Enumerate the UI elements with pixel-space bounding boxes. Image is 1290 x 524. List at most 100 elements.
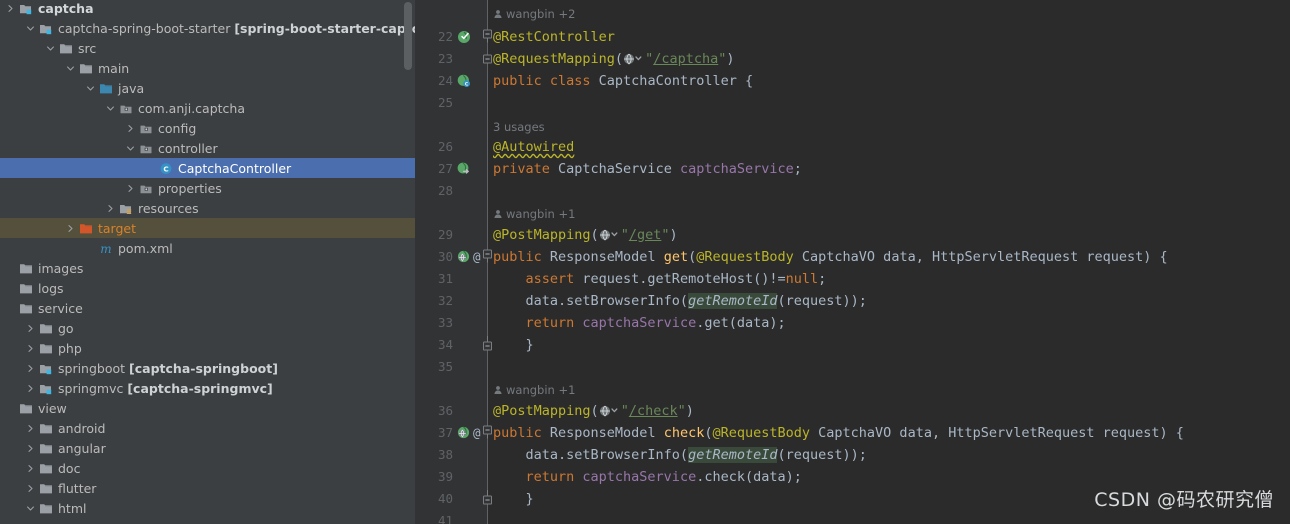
- tree-item-label: CaptchaController: [178, 160, 292, 176]
- code-token: (: [614, 51, 624, 67]
- chevron-right-icon[interactable]: [24, 324, 37, 333]
- chevron-right-icon[interactable]: [124, 184, 137, 193]
- chevron-down-icon[interactable]: [84, 84, 97, 93]
- code-line[interactable]: public ResponseModel get(@RequestBody Ca…: [493, 246, 1168, 268]
- globe-dropdown-icon[interactable]: [599, 227, 621, 243]
- tree-item-springmvc[interactable]: springmvc [captcha-springmvc]: [0, 378, 415, 398]
- author-icon: [493, 385, 503, 395]
- tree-item-html[interactable]: html: [0, 498, 415, 518]
- tree-item-service[interactable]: service: [0, 298, 415, 318]
- code-line[interactable]: public class CaptchaController {: [493, 70, 753, 92]
- chevron-right-icon[interactable]: [124, 124, 137, 133]
- chevron-down-icon[interactable]: [124, 144, 137, 153]
- gutter-icon-group[interactable]: C: [457, 70, 471, 92]
- spring-bean-arrow-icon[interactable]: [457, 162, 471, 176]
- chevron-right-icon[interactable]: [104, 204, 117, 213]
- tree-item-resources[interactable]: resources: [0, 198, 415, 218]
- code-line[interactable]: public ResponseModel check(@RequestBody …: [493, 422, 1184, 444]
- override-annotation-icon[interactable]: @: [473, 422, 481, 444]
- line-number: 37: [437, 425, 453, 440]
- code-line[interactable]: private CaptchaService captchaService;: [493, 158, 802, 180]
- spring-bean-check-icon[interactable]: [457, 30, 471, 44]
- code-line[interactable]: @PostMapping("/get"): [493, 224, 678, 246]
- code-line[interactable]: return captchaService.get(data);: [493, 312, 786, 334]
- line-number: 32: [437, 293, 453, 308]
- tree-item-captchacontroller[interactable]: C CaptchaController: [0, 158, 415, 178]
- tree-item-java[interactable]: java: [0, 78, 415, 98]
- code-line[interactable]: data.setBrowserInfo(getRemoteId(request)…: [493, 290, 867, 312]
- module-folder-icon: [37, 382, 54, 395]
- gutter-icon-group[interactable]: @: [457, 422, 481, 444]
- tree-item-config[interactable]: config: [0, 118, 415, 138]
- package-icon: [137, 122, 154, 135]
- chevron-right-icon[interactable]: [24, 344, 37, 353]
- tree-item-images[interactable]: images: [0, 258, 415, 278]
- tree-item-springboot[interactable]: springboot [captcha-springboot]: [0, 358, 415, 378]
- chevron-down-icon[interactable]: [24, 504, 37, 513]
- tree-item-php[interactable]: php: [0, 338, 415, 358]
- spring-bean-class-icon[interactable]: C: [457, 74, 471, 88]
- code-editor[interactable]: wangbin +2 22 @RestController 23 @RequestMap…: [415, 0, 1290, 524]
- chevron-right-icon[interactable]: [24, 464, 37, 473]
- tree-item-main[interactable]: main: [0, 58, 415, 78]
- tree-item-properties[interactable]: properties: [0, 178, 415, 198]
- tree-item-pom-xml[interactable]: m pom.xml: [0, 238, 415, 258]
- tree-item-src[interactable]: src: [0, 38, 415, 58]
- code-line[interactable]: data.setBrowserInfo(getRemoteId(request)…: [493, 444, 867, 466]
- tree-item-doc[interactable]: doc: [0, 458, 415, 478]
- project-tree[interactable]: captcha captcha-spring-boot-starter [spri…: [0, 0, 415, 524]
- sidebar-scrollbar[interactable]: [404, 2, 412, 70]
- code-token: }: [493, 337, 534, 353]
- code-token: data.setBrowserInfo(: [493, 447, 689, 463]
- gutter-icon-group[interactable]: [457, 26, 471, 48]
- chevron-down-icon[interactable]: [44, 44, 57, 53]
- globe-dropdown-icon[interactable]: [599, 403, 621, 419]
- code-usages-hint[interactable]: 3 usages: [493, 117, 545, 137]
- tree-item[interactable]: [0, 518, 415, 524]
- chevron-down-icon[interactable]: [64, 64, 77, 73]
- chevron-down-icon[interactable]: [104, 104, 117, 113]
- code-token: ": [645, 51, 654, 67]
- code-token: ): [726, 51, 735, 67]
- code-line[interactable]: }: [493, 334, 534, 356]
- code-line[interactable]: }: [493, 488, 534, 510]
- spring-mapping-icon[interactable]: [457, 426, 471, 440]
- chevron-right-icon[interactable]: [24, 444, 37, 453]
- tree-item-android[interactable]: android: [0, 418, 415, 438]
- tree-item-view[interactable]: view: [0, 398, 415, 418]
- code-content[interactable]: wangbin +2 22 @RestController 23 @RequestMap…: [415, 0, 1290, 524]
- chevron-right-icon[interactable]: [24, 484, 37, 493]
- tree-item-angular[interactable]: angular: [0, 438, 415, 458]
- tree-item-captcha[interactable]: captcha: [0, 0, 415, 18]
- spring-mapping-icon[interactable]: [457, 250, 471, 264]
- tree-item-captcha-spring-boot-starter[interactable]: captcha-spring-boot-starter [spring-boot…: [0, 18, 415, 38]
- gutter-icon-group[interactable]: @: [457, 246, 481, 268]
- code-line[interactable]: assert request.getRemoteHost()!=null;: [493, 268, 827, 290]
- globe-dropdown-icon[interactable]: [623, 51, 645, 67]
- tree-item-com-anji-captcha[interactable]: com.anji.captcha: [0, 98, 415, 118]
- chevron-down-icon[interactable]: [24, 24, 37, 33]
- code-line[interactable]: return captchaService.check(data);: [493, 466, 802, 488]
- chevron-right-icon[interactable]: [24, 364, 37, 373]
- gutter-icon-group[interactable]: [457, 158, 471, 180]
- tree-item-target[interactable]: target: [0, 218, 415, 238]
- code-line[interactable]: @Autowired: [493, 136, 574, 158]
- chevron-right-icon[interactable]: [24, 424, 37, 433]
- tree-item-flutter[interactable]: flutter: [0, 478, 415, 498]
- code-vcs-author-hint[interactable]: wangbin +1: [493, 204, 575, 224]
- code-token: check: [663, 425, 705, 441]
- tree-item-go[interactable]: go: [0, 318, 415, 338]
- chevron-right-icon[interactable]: [24, 384, 37, 393]
- override-annotation-icon[interactable]: @: [473, 246, 481, 268]
- chevron-right-icon[interactable]: [4, 4, 17, 13]
- code-vcs-author-hint[interactable]: wangbin +2: [493, 4, 575, 24]
- chevron-right-icon[interactable]: [64, 224, 77, 233]
- code-line[interactable]: @RequestMapping("/captcha"): [493, 48, 735, 70]
- code-line[interactable]: @RestController: [493, 26, 615, 48]
- code-vcs-author-hint[interactable]: wangbin +1: [493, 380, 575, 400]
- code-line[interactable]: @PostMapping("/check"): [493, 400, 694, 422]
- tree-item-controller[interactable]: controller: [0, 138, 415, 158]
- tree-item-logs[interactable]: logs: [0, 278, 415, 298]
- code-token: (request));: [777, 293, 867, 309]
- project-tool-window[interactable]: captcha captcha-spring-boot-starter [spri…: [0, 0, 415, 524]
